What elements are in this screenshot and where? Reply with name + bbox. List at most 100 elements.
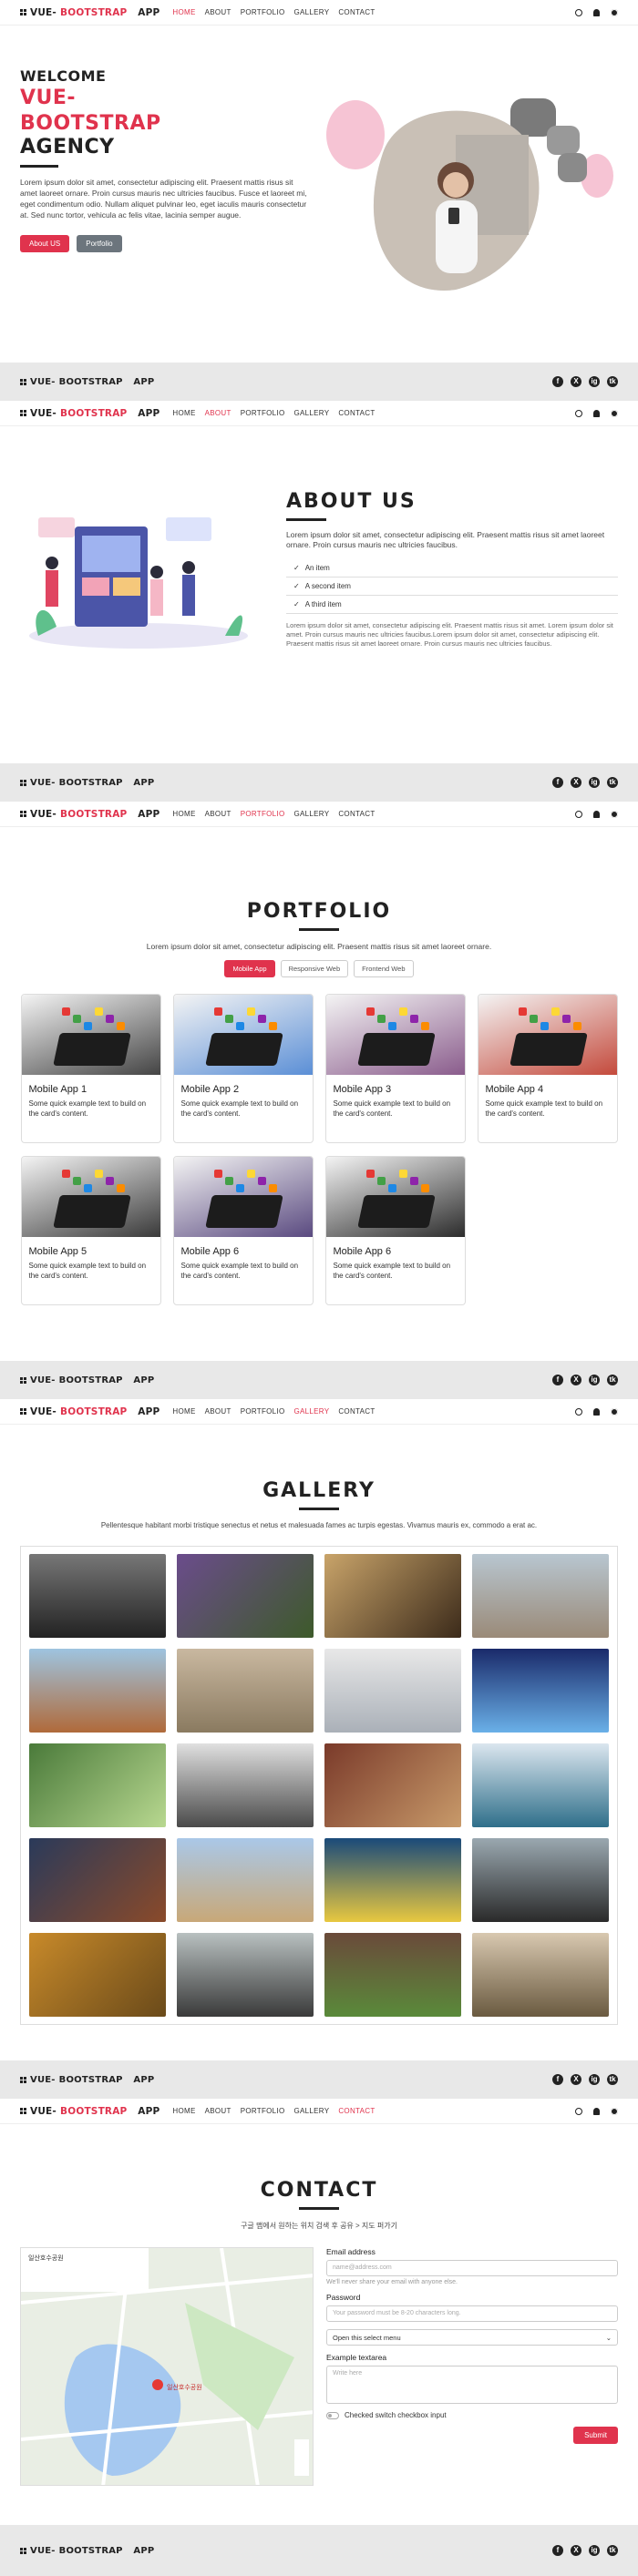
facebook-icon[interactable]: f — [552, 2074, 563, 2085]
gear-icon[interactable] — [611, 8, 618, 16]
gear-icon[interactable] — [611, 810, 618, 818]
portfolio-card[interactable]: Mobile App 2 Some quick example text to b… — [172, 994, 314, 1143]
portfolio-card[interactable]: Mobile App 6 Some quick example text to b… — [324, 1156, 466, 1305]
gallery-image[interactable] — [29, 1743, 166, 1827]
nav-portfolio[interactable]: PORTFOLIO — [241, 409, 285, 417]
facebook-icon[interactable]: f — [552, 2545, 563, 2556]
filter-responsive-web[interactable]: Responsive Web — [280, 960, 349, 977]
portfolio-button[interactable]: Portfolio — [77, 235, 122, 252]
nav-about[interactable]: ABOUT — [205, 2107, 232, 2115]
gallery-image[interactable] — [472, 1838, 609, 1922]
gallery-image[interactable] — [29, 1554, 166, 1638]
gallery-image[interactable] — [29, 1838, 166, 1922]
gallery-image[interactable] — [29, 1649, 166, 1733]
gallery-image[interactable] — [29, 1933, 166, 2017]
x-icon[interactable]: X — [571, 1375, 581, 1385]
brand-logo[interactable]: VUE- BOOTSTRAP APP — [20, 7, 160, 18]
gallery-image[interactable] — [472, 1649, 609, 1733]
facebook-icon[interactable]: f — [552, 777, 563, 788]
tiktok-icon[interactable]: tk — [607, 777, 618, 788]
gallery-image[interactable] — [324, 1649, 461, 1733]
password-field[interactable]: Your password must be 8-20 characters lo… — [326, 2305, 618, 2322]
nav-about[interactable]: ABOUT — [205, 8, 232, 16]
portfolio-card[interactable]: Mobile App 1 Some quick example text to b… — [20, 994, 161, 1143]
nav-portfolio[interactable]: PORTFOLIO — [241, 810, 285, 818]
facebook-icon[interactable]: f — [552, 376, 563, 387]
gear-icon[interactable] — [611, 2107, 618, 2115]
bell-icon[interactable] — [593, 2107, 600, 2115]
filter-frontend-web[interactable]: Frontend Web — [354, 960, 414, 977]
nav-home[interactable]: HOME — [172, 2107, 195, 2115]
portfolio-card[interactable]: Mobile App 4 Some quick example text to b… — [477, 994, 618, 1143]
gallery-image[interactable] — [472, 1554, 609, 1638]
instagram-icon[interactable]: ig — [589, 2074, 600, 2085]
bell-icon[interactable] — [593, 810, 600, 818]
nav-home[interactable]: HOME — [172, 8, 195, 16]
nav-about[interactable]: ABOUT — [205, 409, 232, 417]
gallery-image[interactable] — [324, 1743, 461, 1827]
tiktok-icon[interactable]: tk — [607, 1375, 618, 1385]
instagram-icon[interactable]: ig — [589, 2545, 600, 2556]
gallery-image[interactable] — [324, 1554, 461, 1638]
gallery-image[interactable] — [177, 1554, 314, 1638]
brand-logo[interactable]: VUE- BOOTSTRAP APP — [20, 2106, 160, 2117]
switch-toggle[interactable] — [326, 2411, 339, 2419]
brand-logo[interactable]: VUE- BOOTSTRAP APP — [20, 1406, 160, 1417]
x-icon[interactable]: X — [571, 376, 581, 387]
gallery-image[interactable] — [177, 1838, 314, 1922]
brand-logo[interactable]: VUE- BOOTSTRAP APP — [20, 809, 160, 820]
gallery-image[interactable] — [324, 1838, 461, 1922]
nav-contact[interactable]: CONTACT — [338, 8, 375, 16]
gallery-image[interactable] — [324, 1933, 461, 2017]
nav-home[interactable]: HOME — [172, 409, 195, 417]
nav-contact[interactable]: CONTACT — [338, 810, 375, 818]
user-icon[interactable] — [575, 409, 582, 417]
nav-portfolio[interactable]: PORTFOLIO — [241, 1407, 285, 1416]
bell-icon[interactable] — [593, 1407, 600, 1416]
nav-gallery[interactable]: GALLERY — [293, 8, 329, 16]
instagram-icon[interactable]: ig — [589, 376, 600, 387]
select-menu[interactable]: Open this select menu ⌄ — [326, 2329, 618, 2346]
portfolio-card[interactable]: Mobile App 6 Some quick example text to b… — [172, 1156, 314, 1305]
instagram-icon[interactable]: ig — [589, 1375, 600, 1385]
nav-contact[interactable]: CONTACT — [338, 2107, 375, 2115]
about-us-button[interactable]: About US — [20, 235, 70, 252]
bell-icon[interactable] — [593, 8, 600, 16]
gallery-image[interactable] — [177, 1933, 314, 2017]
nav-home[interactable]: HOME — [172, 810, 195, 818]
portfolio-card[interactable]: Mobile App 5 Some quick example text to b… — [20, 1156, 161, 1305]
nav-gallery[interactable]: GALLERY — [293, 1407, 329, 1416]
nav-portfolio[interactable]: PORTFOLIO — [241, 8, 285, 16]
tiktok-icon[interactable]: tk — [607, 2545, 618, 2556]
nav-gallery[interactable]: GALLERY — [293, 409, 329, 417]
email-field[interactable]: name@address.com — [326, 2260, 618, 2276]
x-icon[interactable]: X — [571, 777, 581, 788]
user-icon[interactable] — [575, 2107, 582, 2115]
brand-logo[interactable]: VUE- BOOTSTRAP APP — [20, 2546, 154, 2556]
tiktok-icon[interactable]: tk — [607, 2074, 618, 2085]
nav-gallery[interactable]: GALLERY — [293, 810, 329, 818]
filter-mobile-app[interactable]: Mobile App — [224, 960, 275, 977]
nav-contact[interactable]: CONTACT — [338, 1407, 375, 1416]
nav-gallery[interactable]: GALLERY — [293, 2107, 329, 2115]
tiktok-icon[interactable]: tk — [607, 376, 618, 387]
facebook-icon[interactable]: f — [552, 1375, 563, 1385]
portfolio-card[interactable]: Mobile App 3 Some quick example text to b… — [324, 994, 466, 1143]
brand-logo[interactable]: VUE- BOOTSTRAP APP — [20, 408, 160, 419]
gallery-image[interactable] — [472, 1933, 609, 2017]
bell-icon[interactable] — [593, 409, 600, 417]
nav-portfolio[interactable]: PORTFOLIO — [241, 2107, 285, 2115]
gallery-image[interactable] — [177, 1743, 314, 1827]
submit-button[interactable]: Submit — [573, 2427, 618, 2444]
nav-contact[interactable]: CONTACT — [338, 409, 375, 417]
gear-icon[interactable] — [611, 409, 618, 417]
nav-home[interactable]: HOME — [172, 1407, 195, 1416]
user-icon[interactable] — [575, 1407, 582, 1416]
gallery-image[interactable] — [472, 1743, 609, 1827]
instagram-icon[interactable]: ig — [589, 777, 600, 788]
nav-about[interactable]: ABOUT — [205, 1407, 232, 1416]
nav-about[interactable]: ABOUT — [205, 810, 232, 818]
x-icon[interactable]: X — [571, 2074, 581, 2085]
user-icon[interactable] — [575, 8, 582, 16]
brand-logo[interactable]: VUE- BOOTSTRAP APP — [20, 377, 154, 387]
